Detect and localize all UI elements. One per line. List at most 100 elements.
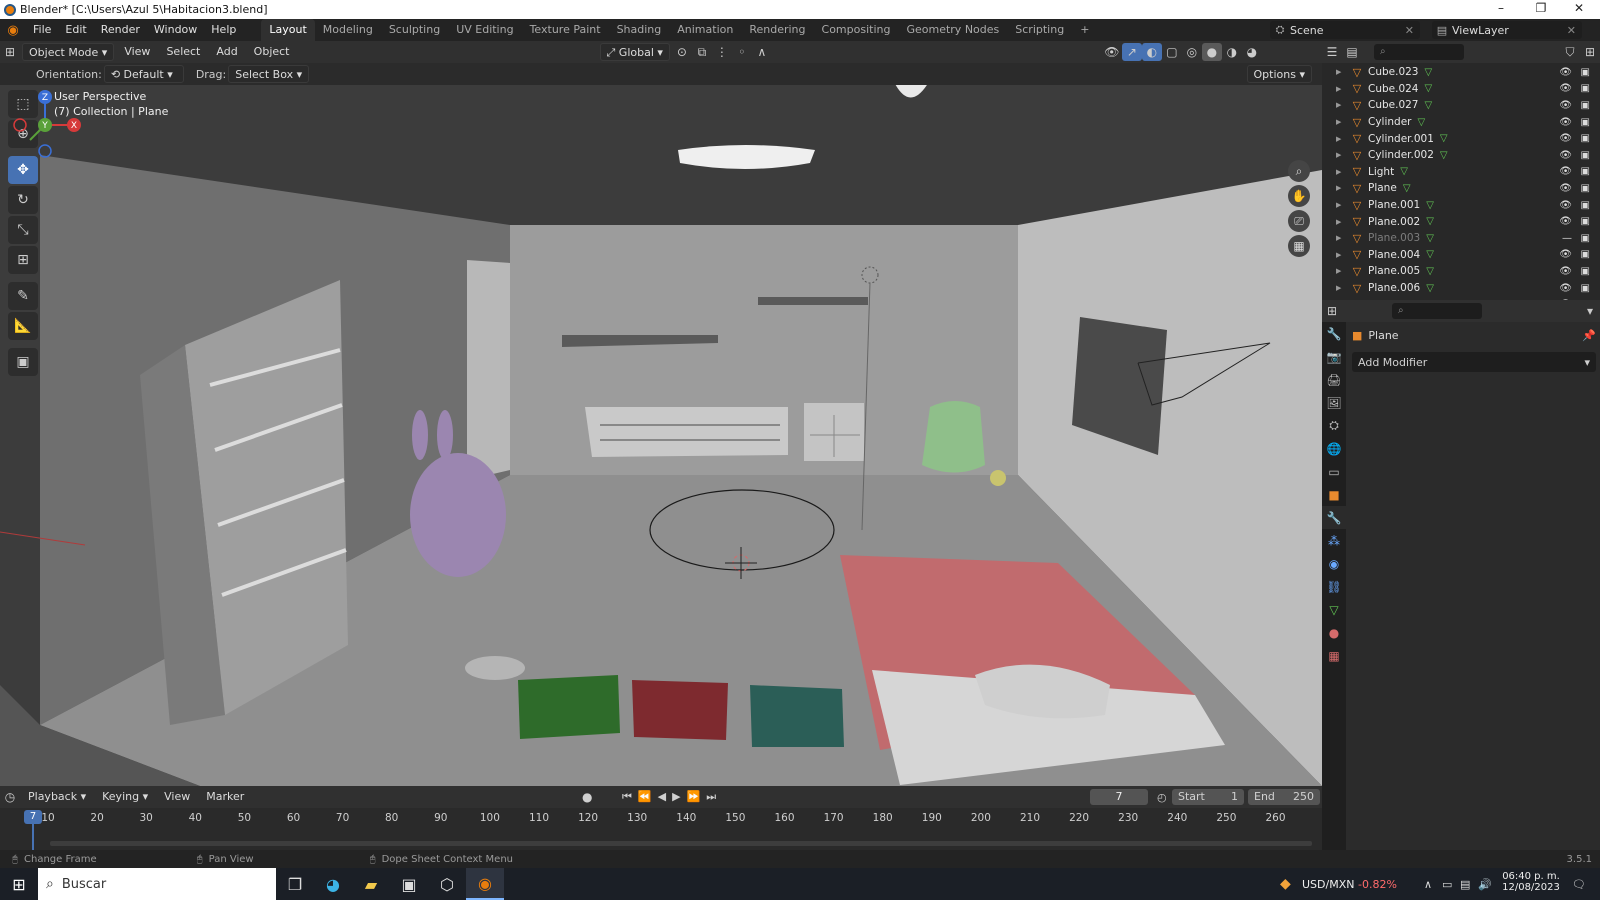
tab-uv-editing[interactable]: UV Editing: [448, 19, 521, 41]
outliner-row[interactable]: ▶ ▽ Plane.004 ▽ 👁 ▣: [1322, 247, 1600, 264]
play-icon[interactable]: ▶: [672, 790, 680, 804]
display-mode-icon[interactable]: ▤: [1342, 43, 1362, 61]
outliner-editor-icon[interactable]: ☰: [1322, 43, 1342, 61]
eye-icon[interactable]: 👁: [1559, 216, 1572, 227]
mode-dropdown[interactable]: Object Mode ▾: [22, 43, 115, 61]
properties-options-icon[interactable]: ▾: [1580, 302, 1600, 320]
material-shading-icon[interactable]: ◑: [1222, 43, 1242, 61]
edge-browser-icon[interactable]: ◕: [314, 868, 352, 900]
eye-icon[interactable]: 👁: [1559, 249, 1572, 260]
snap-target-icon[interactable]: ⋮: [712, 43, 732, 61]
tab-texture-paint[interactable]: Texture Paint: [522, 19, 609, 41]
render-camera-icon[interactable]: ▣: [1581, 216, 1590, 227]
overlay-toggle-icon[interactable]: ◐: [1141, 43, 1162, 61]
clock[interactable]: 06:40 p. m. 12/08/2023: [1500, 871, 1562, 893]
outliner-row[interactable]: ▶ ▽ Plane ▽ 👁 ▣: [1322, 180, 1600, 197]
eye-icon[interactable]: 👁: [1559, 150, 1572, 161]
render-camera-icon[interactable]: ▣: [1581, 249, 1590, 260]
render-camera-icon[interactable]: ▣: [1581, 200, 1590, 211]
volume-icon[interactable]: 🔊: [1478, 878, 1492, 891]
scene-tab-icon[interactable]: ⛭: [1322, 414, 1346, 437]
navigation-gizmo[interactable]: Z X Y: [0, 85, 90, 165]
network-icon[interactable]: ▤: [1460, 878, 1470, 891]
modifier-tab-icon[interactable]: 🔧: [1322, 506, 1346, 529]
menu-object[interactable]: Object: [248, 43, 296, 61]
jump-start-icon[interactable]: ⏮: [622, 790, 632, 804]
render-camera-icon[interactable]: ▣: [1581, 117, 1590, 128]
blender-menu-icon[interactable]: ◉: [0, 23, 26, 38]
expand-arrow-icon[interactable]: ▶: [1336, 218, 1346, 226]
xray-icon[interactable]: ▢: [1162, 43, 1182, 61]
eye-icon[interactable]: 👁: [1559, 100, 1572, 111]
texture-tab-icon[interactable]: ▦: [1322, 644, 1346, 667]
collection-tab-icon[interactable]: ▭: [1322, 460, 1346, 483]
orientation-dropdown[interactable]: ⟲ Default ▾: [103, 65, 184, 83]
menu-add[interactable]: Add: [210, 43, 243, 61]
drag-dropdown[interactable]: Select Box ▾: [228, 65, 310, 83]
menu-marker[interactable]: Marker: [200, 788, 250, 806]
expand-arrow-icon[interactable]: ▶: [1336, 267, 1346, 275]
outliner-row[interactable]: ▶ ▽ Plane.005 ▽ 👁 ▣: [1322, 263, 1600, 280]
transform-orientation-dropdown[interactable]: ⤢ Global ▾: [599, 43, 670, 61]
close-window-button[interactable]: ✕: [1560, 0, 1598, 19]
scale-tool-icon[interactable]: ⤡: [8, 216, 38, 244]
outliner-row[interactable]: ▶ ▽ Cube.027 ▽ 👁 ▣: [1322, 97, 1600, 114]
tool-tab-icon[interactable]: 🔧: [1322, 322, 1346, 345]
outliner-row[interactable]: ▶ ▽ Plane.001 ▽ 👁 ▣: [1322, 197, 1600, 214]
timeline-editor-icon[interactable]: ◷: [0, 788, 20, 806]
expand-arrow-icon[interactable]: ▶: [1336, 101, 1346, 109]
tab-modeling[interactable]: Modeling: [315, 19, 381, 41]
eye-icon[interactable]: 👁: [1559, 83, 1572, 94]
3d-viewport[interactable]: User Perspective (7) Collection | Plane …: [0, 85, 1322, 786]
properties-editor-icon[interactable]: ⊞: [1322, 302, 1342, 320]
render-camera-icon[interactable]: ▣: [1581, 183, 1590, 194]
eye-icon[interactable]: 👁: [1559, 67, 1572, 78]
eye-icon[interactable]: 👁: [1559, 117, 1572, 128]
visibility-filter-icon[interactable]: 👁: [1102, 43, 1122, 61]
render-camera-icon[interactable]: ▣: [1581, 166, 1590, 177]
timeline-scrollbar[interactable]: [50, 841, 1312, 846]
outliner-row[interactable]: ▶ ▽ Plane.006 ▽ 👁 ▣: [1322, 280, 1600, 297]
physics-tab-icon[interactable]: ◉: [1322, 552, 1346, 575]
eye-closed-icon[interactable]: —: [1562, 233, 1572, 244]
taskbar-search-input[interactable]: ⌕ Buscar: [38, 868, 276, 900]
file-explorer-icon[interactable]: ▰: [352, 868, 390, 900]
clock-icon[interactable]: ◴: [1157, 791, 1167, 804]
wireframe-shading-icon[interactable]: ◎: [1182, 43, 1202, 61]
rendered-shading-icon[interactable]: ◕: [1242, 43, 1262, 61]
restore-button[interactable]: ❐: [1522, 0, 1560, 19]
end-frame-field[interactable]: End 250: [1248, 789, 1320, 805]
snap-icon[interactable]: ⧉: [692, 43, 712, 61]
render-tab-icon[interactable]: 📷: [1322, 345, 1346, 368]
annotate-tool-icon[interactable]: ✎: [8, 282, 38, 310]
properties-search-input[interactable]: ⌕: [1392, 303, 1482, 319]
start-frame-field[interactable]: Start 1: [1172, 789, 1244, 805]
view-layer-tab-icon[interactable]: 🖼: [1322, 391, 1346, 414]
menu-file[interactable]: File: [26, 19, 58, 41]
eye-icon[interactable]: 👁: [1559, 283, 1572, 294]
pin-icon[interactable]: 📌: [1582, 329, 1596, 342]
expand-arrow-icon[interactable]: ▶: [1336, 284, 1346, 292]
outliner-row[interactable]: ▶ ▽ Plane.003 ▽ — ▣: [1322, 230, 1600, 247]
record-icon[interactable]: ●: [582, 790, 592, 804]
solid-shading-icon[interactable]: ●: [1201, 43, 1222, 61]
expand-arrow-icon[interactable]: ▶: [1336, 234, 1346, 242]
outliner-row[interactable]: ▶ ▽ Cube.023 ▽ 👁 ▣: [1322, 64, 1600, 81]
new-collection-icon[interactable]: ⊞: [1580, 43, 1600, 61]
outliner-row[interactable]: ▶ ▽ Plane.002 ▽ 👁 ▣: [1322, 213, 1600, 230]
expand-arrow-icon[interactable]: ▶: [1336, 68, 1346, 76]
render-camera-icon[interactable]: ▣: [1581, 233, 1590, 244]
render-camera-icon[interactable]: ▣: [1581, 100, 1590, 111]
menu-keying[interactable]: Keying ▾: [96, 788, 154, 806]
zoom-icon[interactable]: ⌕: [1288, 160, 1310, 182]
material-tab-icon[interactable]: ●: [1322, 621, 1346, 644]
world-tab-icon[interactable]: 🌐: [1322, 437, 1346, 460]
scene-name[interactable]: Scene: [1290, 24, 1324, 37]
menu-playback[interactable]: Playback ▾: [22, 788, 92, 806]
tab-scripting[interactable]: Scripting: [1007, 19, 1072, 41]
unity-hub-icon[interactable]: ⬡: [428, 868, 466, 900]
editor-type-icon[interactable]: ⊞: [0, 43, 20, 61]
ortho-grid-icon[interactable]: ▦: [1288, 235, 1310, 257]
options-dropdown[interactable]: Options ▾: [1246, 65, 1312, 83]
add-cube-tool-icon[interactable]: ▣: [8, 348, 38, 376]
